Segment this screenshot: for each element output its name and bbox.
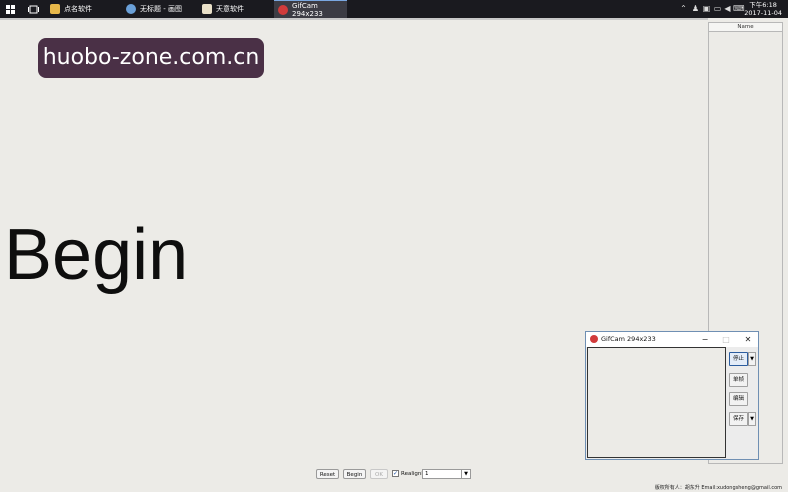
copyright-footer: 版权所有人：胡东升 Email:xudongsheng@gmail.com [654, 485, 782, 491]
capture-frame[interactable] [587, 347, 726, 458]
taskbar-item-label: GifCam 294x233 [292, 1, 323, 18]
watermark-logo: huobo-zone.com.cn [38, 38, 264, 78]
network-icon[interactable]: ▣ [702, 4, 711, 13]
task-view-button[interactable] [28, 0, 39, 18]
save-options-arrow-icon[interactable]: ▼ [748, 412, 756, 426]
gifcam-window[interactable]: GifCam 294x233 − □ ✕ 停止 ▼ 单帧 编辑 保存 ▼ [585, 331, 759, 460]
chevron-up-icon[interactable]: ⌃ [679, 4, 688, 13]
taskbar-item-label: 无标题 - 画图 [140, 5, 182, 13]
volume-icon[interactable]: ◀ [723, 4, 732, 13]
taskbar-item-paint[interactable]: 无标题 - 画图 [122, 0, 198, 18]
stop-button[interactable]: 停止 [729, 352, 748, 366]
realignble-checkbox[interactable]: ✓ [392, 470, 399, 477]
gifcam-titlebar[interactable]: GifCam 294x233 − □ ✕ [586, 332, 758, 347]
taskbar-item-dianming[interactable]: 点名软件 [46, 0, 118, 18]
taskbar-item-gifcam[interactable]: GifCam 294x233 [274, 0, 347, 18]
windows-logo-icon [6, 4, 15, 14]
gifcam-logo-icon [590, 335, 598, 343]
save-button[interactable]: 保存 [729, 412, 748, 426]
taskbar-item-label: 点名软件 [64, 5, 92, 13]
keyboard-icon[interactable]: ⌨ [733, 4, 745, 13]
clock-date: 2017-11-04 [744, 9, 782, 17]
main-status-label: Begin [4, 215, 189, 295]
folder-icon [50, 4, 60, 14]
minimize-icon[interactable]: − [698, 332, 712, 347]
frame-select[interactable]: 1 ▼ [422, 469, 471, 479]
frame-select-value: 1 [425, 471, 429, 477]
reset-button[interactable]: Reset [316, 469, 339, 479]
people-icon[interactable]: ♟ [691, 4, 700, 13]
maximize-icon: □ [722, 335, 730, 344]
ok-button[interactable]: OK [370, 469, 388, 479]
clock[interactable]: 下午6:18 2017-11-04 [744, 1, 782, 17]
close-icon[interactable]: ✕ [741, 332, 755, 347]
taskbar-item-tianyi[interactable]: 天意软件 [198, 0, 270, 18]
battery-icon[interactable]: ▭ [713, 4, 722, 13]
single-frame-button[interactable]: 单帧 [729, 373, 748, 387]
app-divider [0, 18, 708, 20]
begin-button[interactable]: Begin [343, 469, 366, 479]
start-button[interactable] [6, 0, 15, 18]
gifcam-icon [278, 4, 288, 15]
taskbar-item-label: 天意软件 [216, 5, 244, 13]
task-view-icon [28, 5, 39, 13]
paint-icon [126, 4, 136, 14]
app-icon [202, 4, 212, 14]
chevron-down-icon[interactable]: ▼ [461, 470, 470, 478]
clock-time: 下午6:18 [749, 1, 777, 9]
gifcam-title: GifCam 294x233 [601, 335, 656, 343]
stop-options-arrow-icon[interactable]: ▼ [748, 352, 756, 366]
name-column-header[interactable]: Name [709, 23, 782, 32]
edit-button[interactable]: 编辑 [729, 392, 748, 406]
taskbar: 点名软件 无标题 - 画图 天意软件 GifCam 294x233 ⌃ ♟ ▣ … [0, 0, 788, 18]
